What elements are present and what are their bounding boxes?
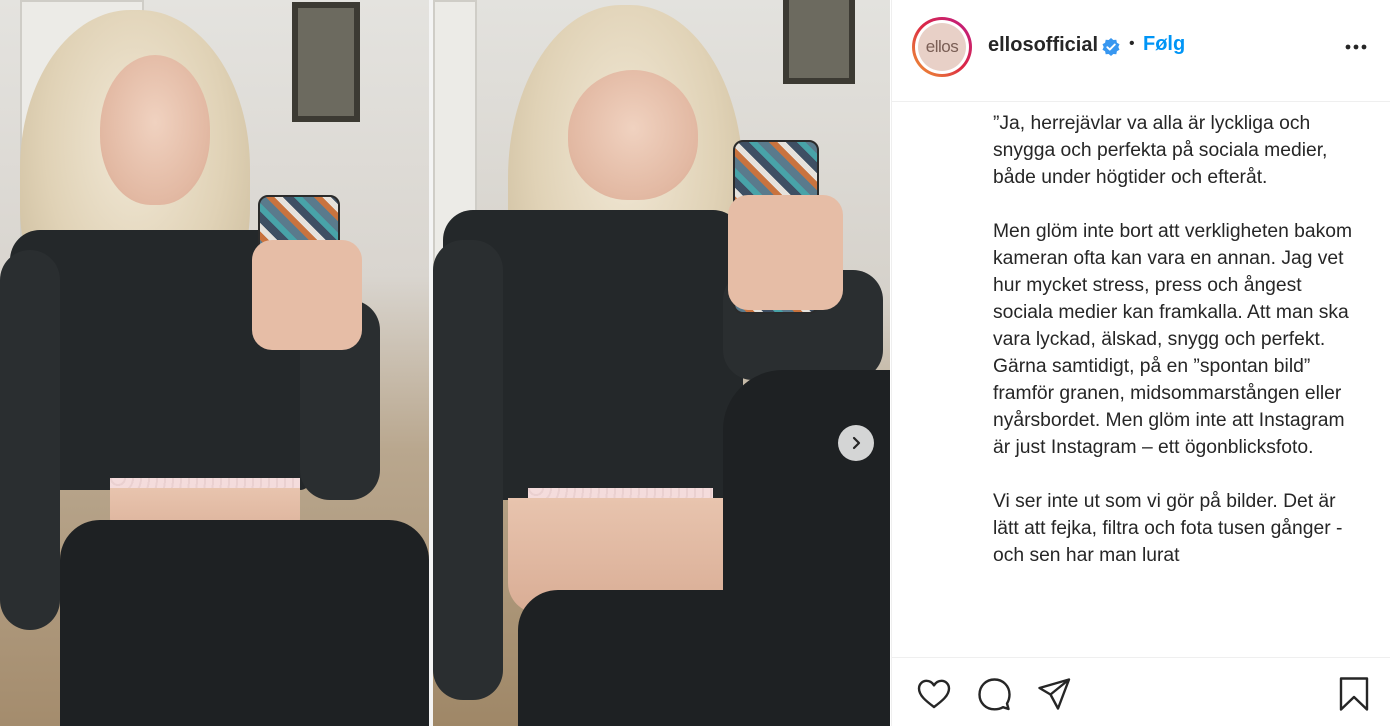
username-link[interactable]: ellosofficial bbox=[988, 34, 1098, 57]
arm-left bbox=[433, 240, 503, 700]
face bbox=[568, 70, 698, 200]
caption-paragraph-2: Men glöm inte bort att verkligheten bako… bbox=[993, 221, 1353, 458]
next-slide-button[interactable] bbox=[838, 425, 874, 461]
comment-icon[interactable] bbox=[976, 676, 1012, 712]
post-actions-bar bbox=[892, 657, 1390, 727]
hand bbox=[728, 195, 843, 310]
photo-right bbox=[433, 0, 890, 726]
wall-painting bbox=[783, 0, 855, 84]
post-caption: ”Ja, herrejävlar va alla är lyckliga och… bbox=[993, 110, 1363, 655]
share-icon[interactable] bbox=[1036, 676, 1072, 712]
follow-button[interactable]: Følg bbox=[1143, 33, 1185, 56]
avatar[interactable]: ellos bbox=[912, 17, 972, 77]
caption-paragraph-3: Vi ser inte ut som vi gör på bilder. Det… bbox=[993, 491, 1343, 566]
avatar-frame: ellos bbox=[915, 20, 969, 74]
face bbox=[100, 55, 210, 205]
separator-dot: • bbox=[1129, 35, 1135, 52]
raised-knee bbox=[723, 370, 890, 670]
heart-icon[interactable] bbox=[916, 676, 952, 712]
caption-paragraph-1: ”Ja, herrejävlar va alla är lyckliga och… bbox=[993, 113, 1328, 188]
verified-badge-icon bbox=[1102, 38, 1120, 56]
arm-left bbox=[0, 250, 60, 630]
post-header: ellos ellosofficial • Følg bbox=[892, 0, 1390, 102]
photo-left bbox=[0, 0, 429, 726]
wall-painting bbox=[292, 2, 360, 122]
more-options-icon[interactable] bbox=[1342, 37, 1370, 57]
avatar-logo: ellos bbox=[918, 23, 966, 71]
bookmark-icon[interactable] bbox=[1336, 676, 1372, 712]
chevron-right-icon bbox=[852, 436, 861, 450]
hand bbox=[252, 240, 362, 350]
post-media[interactable] bbox=[0, 0, 890, 726]
legs bbox=[60, 520, 429, 726]
post-side-panel: ellos ellosofficial • Følg ”Ja, herrejäv… bbox=[891, 0, 1390, 726]
